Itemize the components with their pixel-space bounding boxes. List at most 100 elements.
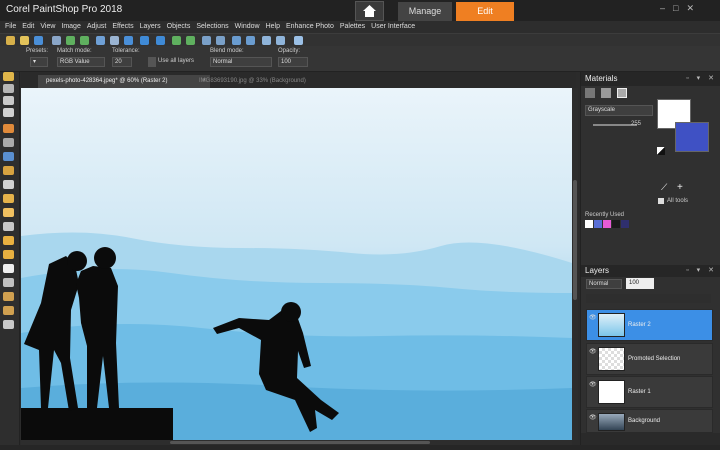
rotate-right-icon[interactable] bbox=[156, 36, 165, 45]
open-icon[interactable] bbox=[20, 36, 29, 45]
visibility-eye-icon[interactable]: 👁 bbox=[589, 381, 597, 388]
text-tool-icon[interactable] bbox=[3, 264, 14, 273]
clone-tool-icon[interactable] bbox=[3, 180, 14, 189]
reset-colors-icon[interactable] bbox=[657, 147, 665, 155]
use-all-layers-checkbox[interactable] bbox=[148, 57, 156, 67]
menu-objects[interactable]: Objects bbox=[167, 21, 191, 33]
crop-tool-icon[interactable] bbox=[3, 124, 14, 133]
layer-row[interactable]: 👁 Raster 2 bbox=[586, 309, 713, 341]
arrow-left-icon[interactable] bbox=[172, 36, 181, 45]
photo bbox=[21, 88, 572, 440]
document-tab-active[interactable]: pexels-photo-428364.jpeg* @ 60% (Raster … bbox=[38, 75, 210, 88]
layer-blend-mode-select[interactable]: Normal bbox=[586, 279, 622, 289]
blend-mode-select[interactable]: Normal bbox=[210, 57, 272, 67]
swatches-icon[interactable] bbox=[617, 88, 627, 98]
menu-image[interactable]: Image bbox=[61, 21, 80, 33]
fit-window-icon[interactable] bbox=[262, 36, 271, 45]
document-tabs: pexels-photo-428364.jpeg* @ 60% (Raster … bbox=[21, 72, 576, 88]
layer-actions-bar[interactable] bbox=[581, 433, 720, 445]
redo-icon[interactable] bbox=[80, 36, 89, 45]
visibility-eye-icon[interactable]: 👁 bbox=[589, 414, 597, 421]
recent-swatch[interactable] bbox=[621, 220, 629, 228]
straighten-tool-icon[interactable] bbox=[3, 138, 14, 147]
layer-opacity-field[interactable]: 100 bbox=[626, 278, 654, 289]
pen-tool-icon[interactable] bbox=[3, 292, 14, 301]
palette-controls[interactable]: ▫ ▾ ✕ bbox=[686, 72, 717, 86]
tab-manage[interactable]: Manage bbox=[398, 2, 452, 21]
save-icon[interactable] bbox=[34, 36, 43, 45]
menu-help[interactable]: Help bbox=[266, 21, 280, 33]
selection-tool-icon[interactable] bbox=[3, 108, 14, 117]
vertical-scroll-thumb[interactable] bbox=[573, 180, 577, 300]
recent-swatch[interactable] bbox=[594, 220, 602, 228]
arrow-right-icon[interactable] bbox=[186, 36, 195, 45]
resize-icon[interactable] bbox=[216, 36, 225, 45]
rainbow-icon[interactable] bbox=[601, 88, 611, 98]
home-button[interactable] bbox=[355, 1, 384, 21]
workspace-icon[interactable] bbox=[294, 36, 303, 45]
horizontal-scroll-thumb[interactable] bbox=[170, 441, 430, 444]
tab-edit[interactable]: Edit bbox=[456, 2, 514, 21]
menu-user-interface[interactable]: User Interface bbox=[371, 21, 415, 33]
visibility-eye-icon[interactable]: 👁 bbox=[589, 314, 597, 321]
recent-swatch[interactable] bbox=[585, 220, 593, 228]
background-swatch[interactable] bbox=[675, 122, 709, 152]
menu-palettes[interactable]: Palettes bbox=[340, 21, 365, 33]
frame-icon[interactable] bbox=[585, 88, 595, 98]
recent-swatch[interactable] bbox=[612, 220, 620, 228]
print-icon[interactable] bbox=[52, 36, 61, 45]
layer-row[interactable]: 👁 Raster 1 bbox=[586, 376, 713, 408]
move-tool-icon[interactable] bbox=[3, 84, 14, 93]
paste-icon[interactable] bbox=[124, 36, 133, 45]
actual-size-icon[interactable] bbox=[276, 36, 285, 45]
all-tools-checkbox[interactable] bbox=[658, 198, 664, 204]
document-tab-inactive[interactable]: IMG83693190.jpg @ 33% (Background) bbox=[199, 75, 359, 88]
menu-effects[interactable]: Effects bbox=[112, 21, 133, 33]
crop-icon[interactable] bbox=[202, 36, 211, 45]
red-eye-tool-icon[interactable] bbox=[3, 152, 14, 161]
presets-dropdown[interactable]: ▾ bbox=[30, 57, 48, 67]
zoom-in-icon[interactable] bbox=[232, 36, 241, 45]
image-canvas[interactable] bbox=[21, 88, 572, 440]
tolerance-field[interactable]: 20 bbox=[112, 57, 132, 67]
match-mode-select[interactable]: RGB Value bbox=[57, 57, 105, 67]
layer-name: Promoted Selection bbox=[628, 356, 681, 362]
menu-edit[interactable]: Edit bbox=[22, 21, 34, 33]
rotate-left-icon[interactable] bbox=[140, 36, 149, 45]
add-swatch-icon[interactable]: + bbox=[677, 182, 683, 193]
flood-fill-icon[interactable] bbox=[3, 236, 14, 245]
preset-shape-icon[interactable] bbox=[3, 278, 14, 287]
copy-icon[interactable] bbox=[110, 36, 119, 45]
presets-label: Presets: bbox=[26, 48, 49, 54]
visibility-eye-icon[interactable]: 👁 bbox=[589, 348, 597, 355]
layer-thumbnail bbox=[598, 313, 625, 337]
recent-swatch[interactable] bbox=[603, 220, 611, 228]
eraser-tool-icon[interactable] bbox=[3, 222, 14, 231]
paint-brush-icon[interactable] bbox=[3, 194, 14, 203]
layer-row[interactable]: 👁 Promoted Selection bbox=[586, 343, 713, 375]
new-icon[interactable] bbox=[6, 36, 15, 45]
pick-tool-icon[interactable] bbox=[3, 96, 14, 105]
add-tool-icon[interactable] bbox=[3, 320, 14, 329]
menu-window[interactable]: Window bbox=[235, 21, 260, 33]
window-controls[interactable]: –□✕ bbox=[660, 3, 702, 14]
layer-row[interactable]: 👁 Background bbox=[586, 409, 713, 433]
cut-icon[interactable] bbox=[96, 36, 105, 45]
swap-icon[interactable]: ⟋ bbox=[661, 182, 667, 193]
opacity-field[interactable]: 100 bbox=[278, 57, 308, 67]
menu-enhance-photo[interactable]: Enhance Photo bbox=[286, 21, 334, 33]
color-mode-select[interactable]: Grayscale bbox=[585, 105, 653, 116]
menu-file[interactable]: File bbox=[5, 21, 16, 33]
menu-layers[interactable]: Layers bbox=[140, 21, 161, 33]
makeover-tool-icon[interactable] bbox=[3, 166, 14, 175]
zoom-out-icon[interactable] bbox=[246, 36, 255, 45]
menu-adjust[interactable]: Adjust bbox=[87, 21, 106, 33]
menu-selections[interactable]: Selections bbox=[196, 21, 228, 33]
undo-icon[interactable] bbox=[66, 36, 75, 45]
palette-controls[interactable]: ▫ ▾ ✕ bbox=[686, 265, 717, 277]
gradient-fill-icon[interactable] bbox=[3, 250, 14, 259]
warp-brush-icon[interactable] bbox=[3, 306, 14, 315]
pan-tool-icon[interactable] bbox=[3, 72, 14, 81]
menu-view[interactable]: View bbox=[40, 21, 55, 33]
dodge-tool-icon[interactable] bbox=[3, 208, 14, 217]
